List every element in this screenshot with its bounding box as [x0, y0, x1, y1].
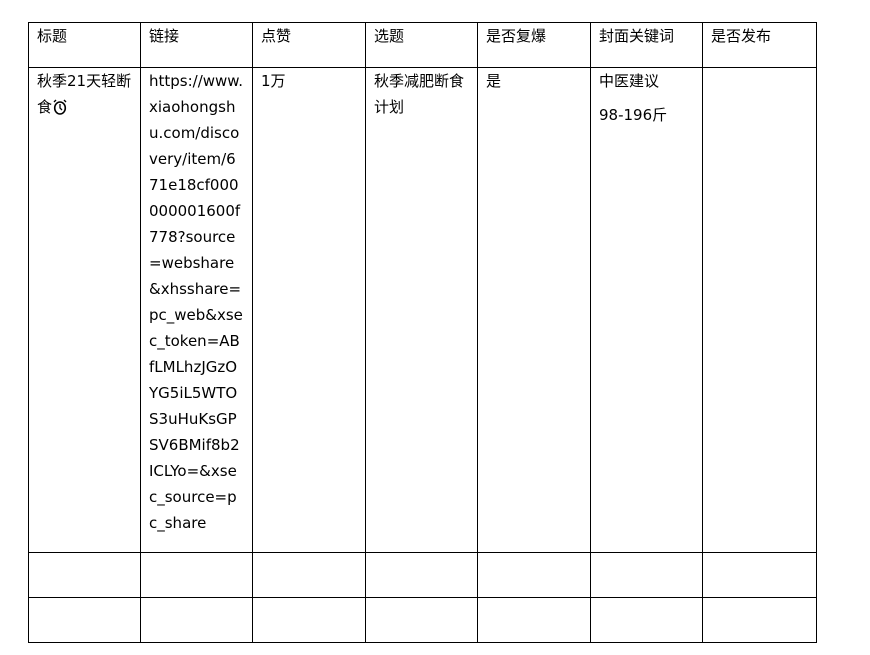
likes-text: 1万 [261, 72, 286, 90]
empty-cell[interactable] [590, 597, 703, 643]
empty-cell[interactable] [702, 597, 817, 643]
empty-cell[interactable] [28, 552, 141, 598]
empty-cell[interactable] [477, 552, 591, 598]
header-repeat-viral[interactable]: 是否复爆 [477, 22, 591, 68]
empty-cell[interactable] [140, 552, 253, 598]
empty-cell[interactable] [28, 597, 141, 643]
empty-cell[interactable] [365, 597, 478, 643]
header-topic[interactable]: 选题 [365, 22, 478, 68]
cover-keyword: 98-196斤 [599, 106, 668, 124]
table-row: 秋季21天轻断食 https://www.xiaohongshu.com/dis… [28, 67, 817, 553]
header-row: 标题 链接 点赞 选题 是否复爆 封面关键词 是否发布 [28, 22, 817, 68]
link-text[interactable]: https://www.xiaohongshu.com/discovery/it… [149, 72, 243, 532]
empty-cell[interactable] [252, 597, 366, 643]
table-row [28, 597, 817, 643]
empty-cell[interactable] [477, 597, 591, 643]
cell-repeat-viral[interactable]: 是 [477, 67, 591, 553]
header-title[interactable]: 标题 [28, 22, 141, 68]
header-cover-keywords[interactable]: 封面关键词 [590, 22, 703, 68]
header-link[interactable]: 链接 [140, 22, 253, 68]
topic-text: 秋季减肥断食计划 [374, 72, 465, 116]
empty-cell[interactable] [140, 597, 253, 643]
cell-title[interactable]: 秋季21天轻断食 [28, 67, 141, 553]
alarm-clock-icon [53, 97, 67, 115]
repeat-viral-text: 是 [486, 72, 502, 90]
empty-cell[interactable] [590, 552, 703, 598]
content-table: 标题 链接 点赞 选题 是否复爆 封面关键词 是否发布 秋季21天轻断食 htt… [28, 22, 817, 643]
cell-topic[interactable]: 秋季减肥断食计划 [365, 67, 478, 553]
cell-published[interactable] [702, 67, 817, 553]
cell-link[interactable]: https://www.xiaohongshu.com/discovery/it… [140, 67, 253, 553]
empty-cell[interactable] [252, 552, 366, 598]
table-row [28, 552, 817, 598]
empty-cell[interactable] [365, 552, 478, 598]
cell-cover-keywords[interactable]: 中医建议 98-196斤 [590, 67, 703, 553]
header-published[interactable]: 是否发布 [702, 22, 817, 68]
cell-likes[interactable]: 1万 [252, 67, 366, 553]
cover-keyword: 中医建议 [599, 72, 660, 90]
header-likes[interactable]: 点赞 [252, 22, 366, 68]
empty-cell[interactable] [702, 552, 817, 598]
title-text: 秋季21天轻断食 [37, 72, 132, 116]
